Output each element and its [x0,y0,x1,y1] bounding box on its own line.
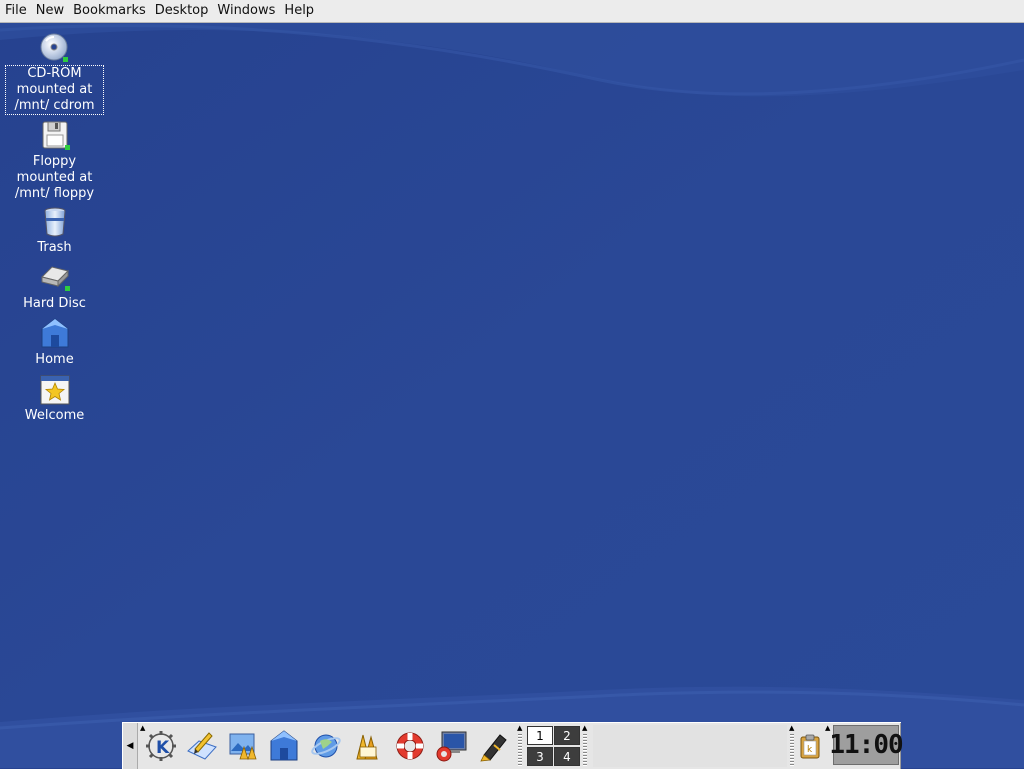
left-arrow-icon: ◀ [126,741,134,751]
pager-desktop-2[interactable]: 2 [554,726,580,745]
desktop-icon-label: Floppy mounted at /mnt/ floppy [14,154,95,201]
launcher-kmail[interactable] [183,727,221,765]
menu-desktop[interactable]: Desktop [150,0,213,22]
cdrom-icon [40,33,68,62]
grip [790,734,794,766]
pager-desktop-3[interactable]: 3 [527,747,553,766]
trash-icon [44,207,65,237]
harddisk-icon [40,266,70,291]
desktop-icon-cdrom[interactable]: CD-ROM mounted at /mnt/ cdrom [5,31,104,115]
desktop-icon-label: Trash [37,240,72,255]
home-icon [41,318,68,348]
desktop-icon-label: Welcome [24,408,85,423]
terminal-icon [436,731,467,762]
help-lifebuoy-icon [396,732,424,760]
menu-help[interactable]: Help [279,0,318,22]
launcher-help[interactable] [391,727,429,765]
office-icon [356,734,378,760]
up-arrow-icon: ▲ [582,724,588,732]
grip [583,734,587,766]
desktop-wallpaper [0,0,1024,768]
pager-handle[interactable]: ▲ [517,725,523,767]
menu-bookmarks[interactable]: Bookmarks [68,0,150,22]
launcher-konqueror[interactable] [307,727,345,765]
pager-desktop-1[interactable]: 1 [527,726,553,745]
menu-file[interactable]: File [0,0,31,22]
menu-new[interactable]: New [31,0,68,22]
up-arrow-icon: ▲ [789,724,795,732]
pen-editor-icon [480,734,507,762]
desktop-icon-label: Home [35,352,74,367]
desktop-icon-trash[interactable]: Trash [5,205,104,257]
welcome-icon [40,375,69,405]
taskbar-handle[interactable]: ▲ [582,725,588,767]
menu-windows[interactable]: Windows [212,0,279,22]
kde-menu-icon: K [146,731,176,761]
konqueror-icon [311,734,341,758]
desktop-pager: 1 2 3 4 [526,725,581,767]
launcher-desktop-preview[interactable] [224,727,262,765]
clipboard-icon: k [800,734,820,759]
kicker-panel: ◀ ▲ K ▲ 1 2 3 4 ▲ ▲ k ▲ 11:00 [122,722,904,769]
taskbar[interactable] [593,725,787,767]
launcher-kde-menu[interactable]: K [142,727,180,765]
svg-text:k: k [807,745,813,755]
desktop-icon-home[interactable]: Home [5,317,104,369]
launcher-terminal[interactable] [432,727,470,765]
desktop-icon-label: CD-ROM mounted at /mnt/ cdrom [14,66,95,113]
desktop-icon-floppy[interactable]: Floppy mounted at /mnt/ floppy [5,119,104,203]
tray-handle[interactable]: ▲ [789,725,795,767]
panel-hide-button[interactable]: ◀ [123,723,138,769]
menubar: File New Bookmarks Desktop Windows Help [0,0,1024,23]
desktop-icon-label: Hard Disc [23,296,86,311]
home-folder-icon [270,730,298,761]
launcher-office[interactable] [349,727,387,765]
grip [518,734,522,766]
up-arrow-icon: ▲ [517,724,523,732]
launcher-home-folder[interactable] [265,727,303,765]
launcher-pen-editor[interactable] [474,727,512,765]
desktop-icon-harddisc[interactable]: Hard Disc [5,261,104,313]
kmail-icon [187,732,217,760]
pager-desktop-4[interactable]: 4 [554,747,580,766]
floppy-icon [42,121,70,150]
panel-clock[interactable]: 11:00 [829,725,904,765]
desktop-preview-icon [229,733,257,761]
svg-text:K: K [156,738,170,758]
klipper-tray[interactable]: k [797,729,823,763]
desktop-icon-welcome[interactable]: Welcome [5,373,104,425]
